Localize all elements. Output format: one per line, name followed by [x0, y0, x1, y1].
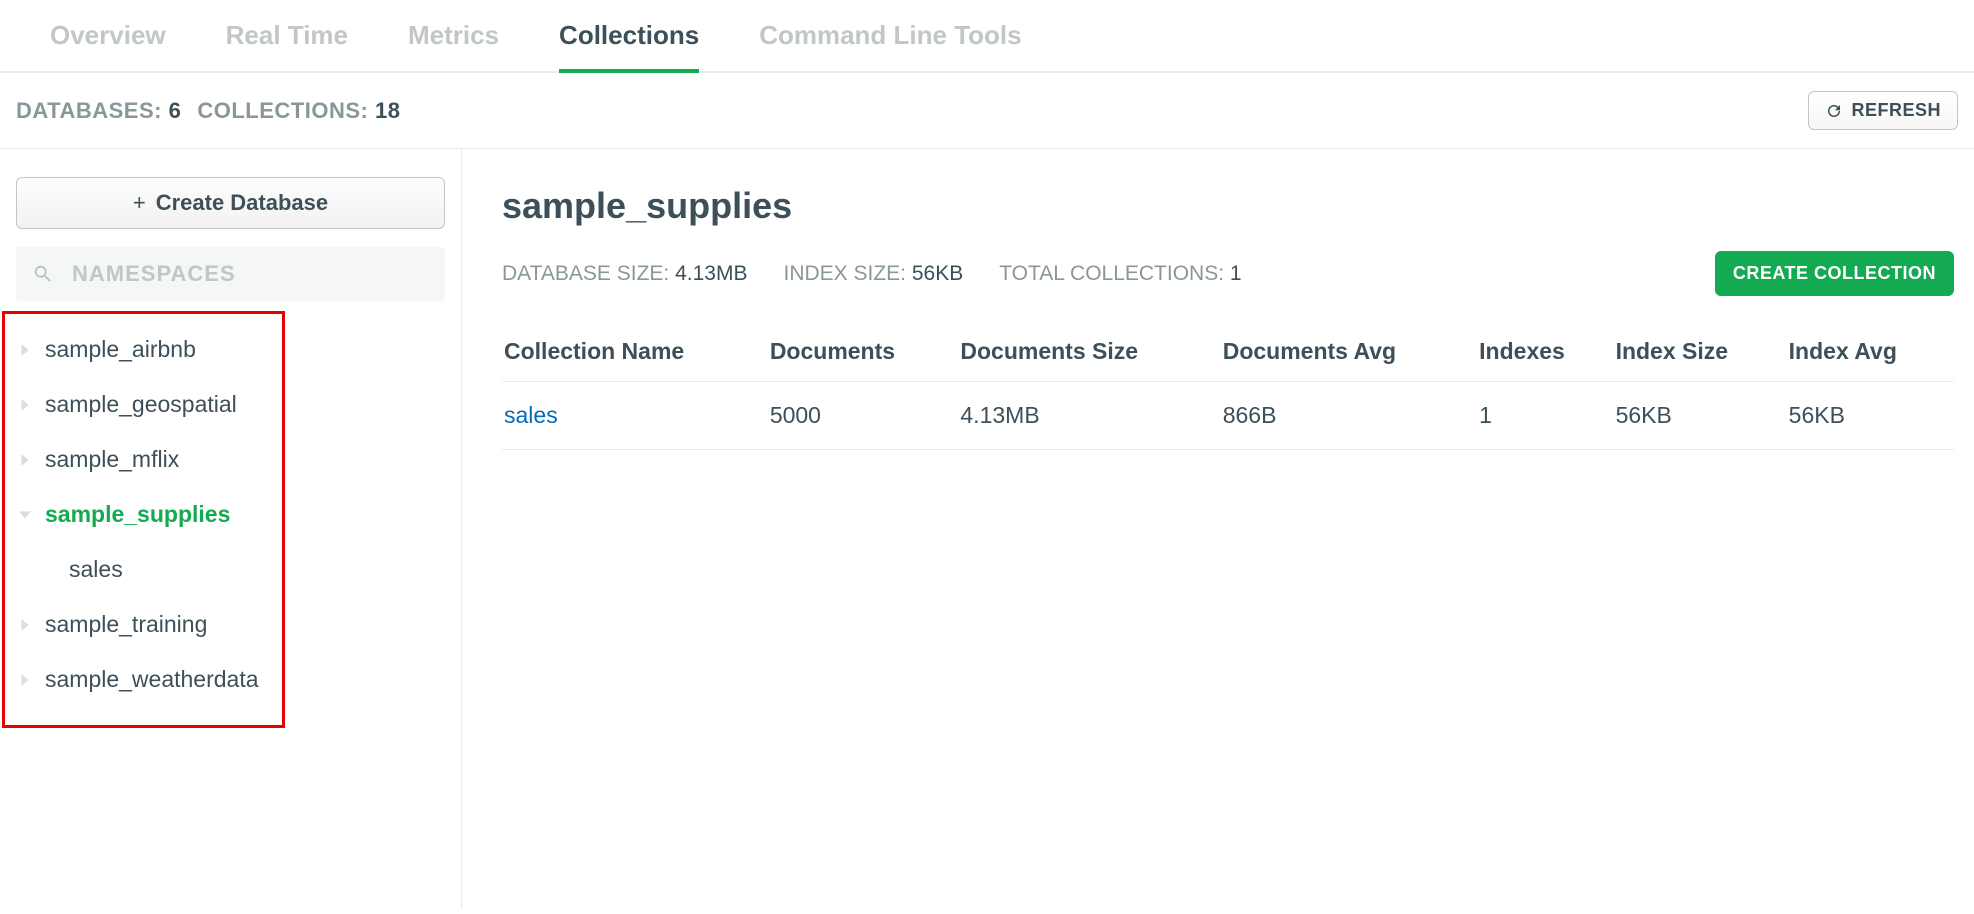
- sidebar-item-sample-supplies[interactable]: sample_supplies: [5, 487, 282, 542]
- chevron-right-icon: [19, 344, 31, 356]
- sidebar-item-sample-mflix[interactable]: sample_mflix: [5, 432, 282, 487]
- cell-documents-size: 4.13MB: [958, 382, 1220, 450]
- main-content: sample_supplies DATABASE SIZE: 4.13MB IN…: [462, 149, 1974, 909]
- sidebar: + Create Database NAMESPACES sample_airb…: [0, 149, 462, 909]
- tab-overview[interactable]: Overview: [50, 20, 166, 73]
- th-collection-name[interactable]: Collection Name: [502, 324, 768, 382]
- collections-stat: COLLECTIONS: 18: [197, 98, 400, 124]
- table-row: sales 5000 4.13MB 866B 1 56KB 56KB: [502, 382, 1954, 450]
- refresh-button[interactable]: REFRESH: [1808, 91, 1958, 130]
- chevron-right-icon: [19, 674, 31, 686]
- tab-realtime[interactable]: Real Time: [226, 20, 348, 73]
- cell-documents: 5000: [768, 382, 959, 450]
- sidebar-item-label: sample_weatherdata: [45, 666, 259, 693]
- index-size-label: INDEX SIZE:: [783, 262, 906, 285]
- th-documents-size[interactable]: Documents Size: [958, 324, 1220, 382]
- create-database-label: Create Database: [156, 190, 328, 216]
- create-collection-button[interactable]: CREATE COLLECTION: [1715, 251, 1954, 296]
- sidebar-collection-sales[interactable]: sales: [5, 542, 282, 597]
- th-index-avg[interactable]: Index Avg: [1787, 324, 1954, 382]
- cell-indexes: 1: [1477, 382, 1613, 450]
- database-list: sample_airbnb sample_geospatial sample_m…: [2, 311, 285, 728]
- chevron-down-icon: [19, 509, 31, 521]
- refresh-icon: [1825, 102, 1843, 120]
- total-collections-value: 1: [1230, 262, 1242, 285]
- tab-cli-tools[interactable]: Command Line Tools: [759, 20, 1021, 73]
- total-collections-label: TOTAL COLLECTIONS:: [999, 262, 1224, 285]
- collections-label: COLLECTIONS:: [197, 98, 368, 123]
- th-indexes[interactable]: Indexes: [1477, 324, 1613, 382]
- index-size-value: 56KB: [912, 262, 963, 285]
- db-size-label: DATABASE SIZE:: [502, 262, 669, 285]
- sidebar-item-sample-airbnb[interactable]: sample_airbnb: [5, 322, 282, 377]
- sidebar-item-label: sample_airbnb: [45, 336, 196, 363]
- db-size-value: 4.13MB: [675, 262, 747, 285]
- databases-value: 6: [169, 98, 182, 123]
- stats-bar: DATABASES: 6 COLLECTIONS: 18 REFRESH: [0, 73, 1974, 149]
- tab-collections[interactable]: Collections: [559, 20, 699, 73]
- plus-icon: +: [133, 190, 146, 216]
- sidebar-item-sample-geospatial[interactable]: sample_geospatial: [5, 377, 282, 432]
- sidebar-item-label: sample_geospatial: [45, 391, 237, 418]
- th-documents[interactable]: Documents: [768, 324, 959, 382]
- cell-collection-name[interactable]: sales: [502, 382, 768, 450]
- total-collections-stat: TOTAL COLLECTIONS: 1: [999, 262, 1241, 286]
- tabs-bar: Overview Real Time Metrics Collections C…: [0, 0, 1974, 73]
- tab-metrics[interactable]: Metrics: [408, 20, 499, 73]
- chevron-right-icon: [19, 619, 31, 631]
- create-database-button[interactable]: + Create Database: [16, 177, 445, 229]
- th-documents-avg[interactable]: Documents Avg: [1221, 324, 1477, 382]
- database-meta: DATABASE SIZE: 4.13MB INDEX SIZE: 56KB T…: [502, 262, 1242, 286]
- databases-label: DATABASES:: [16, 98, 162, 123]
- namespaces-label: NAMESPACES: [72, 261, 236, 287]
- sidebar-item-label: sample_training: [45, 611, 207, 638]
- databases-stat: DATABASES: 6: [16, 98, 181, 124]
- namespaces-search[interactable]: NAMESPACES: [16, 247, 445, 301]
- cell-index-avg: 56KB: [1787, 382, 1954, 450]
- refresh-label: REFRESH: [1851, 100, 1941, 121]
- search-icon: [32, 263, 54, 285]
- page-title: sample_supplies: [502, 185, 1954, 227]
- th-index-size[interactable]: Index Size: [1614, 324, 1787, 382]
- chevron-right-icon: [19, 454, 31, 466]
- cell-documents-avg: 866B: [1221, 382, 1477, 450]
- sidebar-item-sample-training[interactable]: sample_training: [5, 597, 282, 652]
- db-size-stat: DATABASE SIZE: 4.13MB: [502, 262, 747, 286]
- sidebar-item-label: sample_supplies: [45, 501, 230, 528]
- collections-value: 18: [375, 98, 400, 123]
- index-size-stat: INDEX SIZE: 56KB: [783, 262, 963, 286]
- sidebar-item-sample-weatherdata[interactable]: sample_weatherdata: [5, 652, 282, 707]
- collections-table: Collection Name Documents Documents Size…: [502, 324, 1954, 450]
- chevron-right-icon: [19, 399, 31, 411]
- sidebar-item-label: sample_mflix: [45, 446, 179, 473]
- cell-index-size: 56KB: [1614, 382, 1787, 450]
